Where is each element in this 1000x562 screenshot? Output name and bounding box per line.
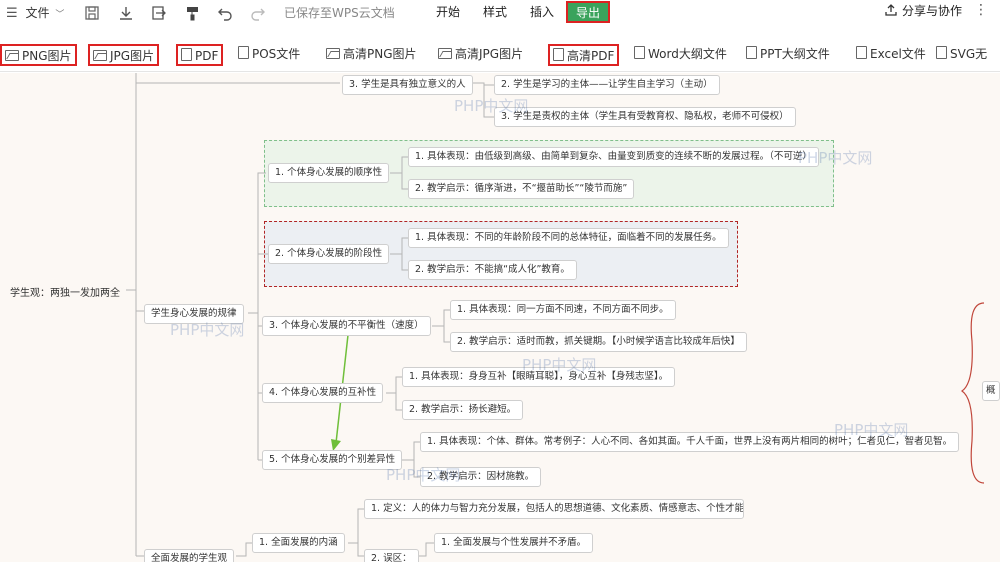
node-overview-partial[interactable]: 概 <box>982 381 1000 401</box>
download-icon[interactable] <box>118 5 134 21</box>
node-law-sequence-detail[interactable]: 1. 具体表现：由低级到高级、由简单到复杂、由量变到质变的连续不断的发展过程。（… <box>408 147 819 167</box>
node-rights-subject[interactable]: 3. 学生是责权的主体（学生具有受教育权、隐私权，老师不可侵权） <box>494 107 796 127</box>
export-word-button[interactable]: Word大纲文件 <box>634 44 727 66</box>
file-menu-label: 文件 <box>25 6 50 20</box>
export-pos-label: POS文件 <box>252 47 301 61</box>
format-painter-icon[interactable] <box>185 5 201 21</box>
file-menu[interactable]: ☰ 文件 ﹀ <box>6 0 64 26</box>
export-hd-png-button[interactable]: 高清PNG图片 <box>326 44 417 66</box>
node-holistic-view[interactable]: 全面发展的学生观 <box>144 549 235 562</box>
svg-icon <box>936 46 947 59</box>
save-icon[interactable] <box>84 5 100 21</box>
tab-insert[interactable]: 插入 <box>530 0 554 26</box>
node-misconception[interactable]: 2. 误区： <box>364 549 419 562</box>
redo-icon[interactable] <box>250 5 266 21</box>
export-pos-button[interactable]: POS文件 <box>238 44 300 66</box>
node-law-sequence-teaching[interactable]: 2. 教学启示：循序渐进，不“揠苗助长”“陵节而施” <box>408 179 635 199</box>
import-icon[interactable] <box>151 5 167 21</box>
export-ppt-label: PPT大纲文件 <box>760 47 830 61</box>
node-learning-subject[interactable]: 2. 学生是学习的主体——让学生自主学习（主动） <box>494 75 720 95</box>
watermark: PHP中文网 <box>798 149 873 167</box>
node-law-difference[interactable]: 5. 个体身心发展的个别差异性 <box>262 450 403 470</box>
node-law-stage-teaching[interactable]: 2. 教学启示：不能搞“成人化”教育。 <box>408 260 577 280</box>
pos-icon <box>238 46 249 59</box>
share-icon <box>884 4 902 18</box>
export-hd-png-label: 高清PNG图片 <box>343 47 417 61</box>
node-law-stage[interactable]: 2. 个体身心发展的阶段性 <box>268 244 390 264</box>
export-png-label: PNG图片 <box>22 49 72 63</box>
export-hd-pdf-label: 高清PDF <box>567 49 615 63</box>
export-png-button[interactable]: PNG图片 <box>0 44 77 66</box>
root-node[interactable]: 学生观：两独一发加两全 <box>10 284 120 299</box>
export-jpg-label: JPG图片 <box>110 49 155 63</box>
watermark: PHP中文网 <box>454 97 529 115</box>
tab-export[interactable]: 导出 <box>566 1 610 23</box>
export-hd-pdf-button[interactable]: 高清PDF <box>548 44 620 66</box>
image-icon <box>5 50 19 61</box>
node-law-imbalance-teaching[interactable]: 2. 教学启示：适时而教，抓关键期。【小时候学语言比较成年后快】 <box>450 332 747 352</box>
undo-icon[interactable] <box>217 5 233 21</box>
node-misconception-detail[interactable]: 1. 全面发展与个性发展并不矛盾。 <box>434 533 594 553</box>
ppt-icon <box>746 46 757 59</box>
mindmap-canvas[interactable]: 3. 学生是具有独立意义的人 2. 学生是学习的主体——让学生自主学习（主动） … <box>0 73 1000 562</box>
export-svg-label: SVG无 <box>950 47 988 61</box>
node-law-sequence[interactable]: 1. 个体身心发展的顺序性 <box>268 163 390 183</box>
export-word-label: Word大纲文件 <box>648 47 727 61</box>
node-law-complement[interactable]: 4. 个体身心发展的互补性 <box>262 383 384 403</box>
export-jpg-button[interactable]: JPG图片 <box>88 44 160 66</box>
excel-icon <box>856 46 867 59</box>
node-holistic-meaning[interactable]: 1. 全面发展的内涵 <box>252 533 345 553</box>
export-excel-button[interactable]: Excel文件 <box>856 44 926 66</box>
export-ppt-button[interactable]: PPT大纲文件 <box>746 44 830 66</box>
export-excel-label: Excel文件 <box>870 47 926 61</box>
export-hd-jpg-label: 高清JPG图片 <box>455 47 524 61</box>
export-pdf-button[interactable]: PDF <box>176 44 224 66</box>
share-label: 分享与协作 <box>901 4 962 18</box>
node-holistic-definition[interactable]: 1. 定义：人的体力与智力充分发展，包括人的思想道德、文化素质、情感意志、个性才… <box>364 499 744 519</box>
node-law-imbalance[interactable]: 3. 个体身心发展的不平衡性（速度） <box>262 316 431 336</box>
image-icon <box>438 48 452 59</box>
pdf-icon <box>181 48 192 61</box>
save-status: 已保存至WPS云文档 <box>284 6 395 20</box>
export-bar: PNG图片 JPG图片 PDF POS文件 高清PNG图片 高清JPG图片 高清… <box>0 38 1000 72</box>
word-icon <box>634 46 645 59</box>
hamburger-icon: ☰ <box>6 6 18 21</box>
tab-style[interactable]: 样式 <box>483 0 507 26</box>
image-icon <box>93 50 107 61</box>
tab-start[interactable]: 开始 <box>436 0 460 26</box>
export-svg-button[interactable]: SVG无 <box>936 44 987 66</box>
node-law-imbalance-detail[interactable]: 1. 具体表现：同一方面不同速，不同方面不同步。 <box>450 300 676 320</box>
share-button[interactable]: 分享与协作 <box>884 0 962 24</box>
export-pdf-label: PDF <box>195 49 219 63</box>
node-law-stage-detail[interactable]: 1. 具体表现：不同的年龄阶段不同的总体特征，面临着不同的发展任务。 <box>408 228 729 248</box>
export-hd-jpg-button[interactable]: 高清JPG图片 <box>438 44 523 66</box>
watermark: PHP中文网 <box>522 356 597 374</box>
pdf-icon <box>553 48 564 61</box>
watermark: PHP中文网 <box>386 466 461 484</box>
image-icon <box>326 48 340 59</box>
top-toolbar: ☰ 文件 ﹀ 已保存至WPS云文档 开始 样式 插入 导出 分享与协作 ⋮ <box>0 0 1000 28</box>
watermark: PHP中文网 <box>170 321 245 339</box>
watermark: PHP中文网 <box>834 421 909 439</box>
node-independent-person[interactable]: 3. 学生是具有独立意义的人 <box>342 75 473 95</box>
node-law-complement-teaching[interactable]: 2. 教学启示：扬长避短。 <box>402 400 524 420</box>
chevron-down-icon: ﹀ <box>55 10 65 20</box>
more-icon[interactable]: ⋮ <box>974 2 988 18</box>
